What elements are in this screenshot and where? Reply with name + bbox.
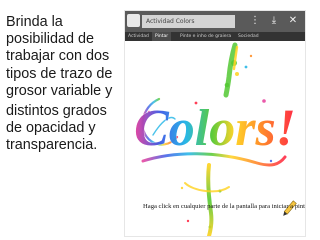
close-icon[interactable]: ✕ bbox=[287, 15, 299, 27]
slide-paragraph: Brinda la posibilidad de trabajar con do… bbox=[6, 14, 113, 99]
drip-stroke-bottom bbox=[206, 163, 214, 236]
save-icon[interactable]: ⤓ bbox=[268, 15, 280, 27]
activity-name-field[interactable]: Actividad Colors bbox=[142, 15, 235, 28]
painted-word: Colors! bbox=[134, 100, 296, 157]
more-icon[interactable]: ⋮ bbox=[249, 15, 261, 27]
paint-canvas[interactable]: Colors! Haga click en cualquier parte de… bbox=[125, 41, 305, 236]
tab-paint[interactable]: Pintar bbox=[152, 32, 172, 41]
canvas-instruction: Haga click en cualquier parte de la pant… bbox=[143, 203, 305, 210]
slide-paragraph: distintos grados de opacidad y transpare… bbox=[6, 103, 107, 154]
tab-sharing[interactable]: Sociedad bbox=[235, 32, 262, 41]
tab-brush-options[interactable]: Pinte e inho de graiera bbox=[177, 32, 234, 41]
activity-titlebar: Actividad Colors ⋮ ⤓ ✕ bbox=[125, 11, 305, 32]
tab-activity[interactable]: Actividad bbox=[125, 32, 152, 41]
colors-activity-window: Actividad Colors ⋮ ⤓ ✕ Actividad Pintar … bbox=[125, 11, 305, 236]
slide-body-text: Brinda la posibilidad de trabajar con do… bbox=[6, 14, 124, 155]
activity-icon[interactable] bbox=[127, 14, 140, 27]
toolbar-tabs: Actividad Pintar Pinte e inho de graiera… bbox=[125, 32, 305, 41]
